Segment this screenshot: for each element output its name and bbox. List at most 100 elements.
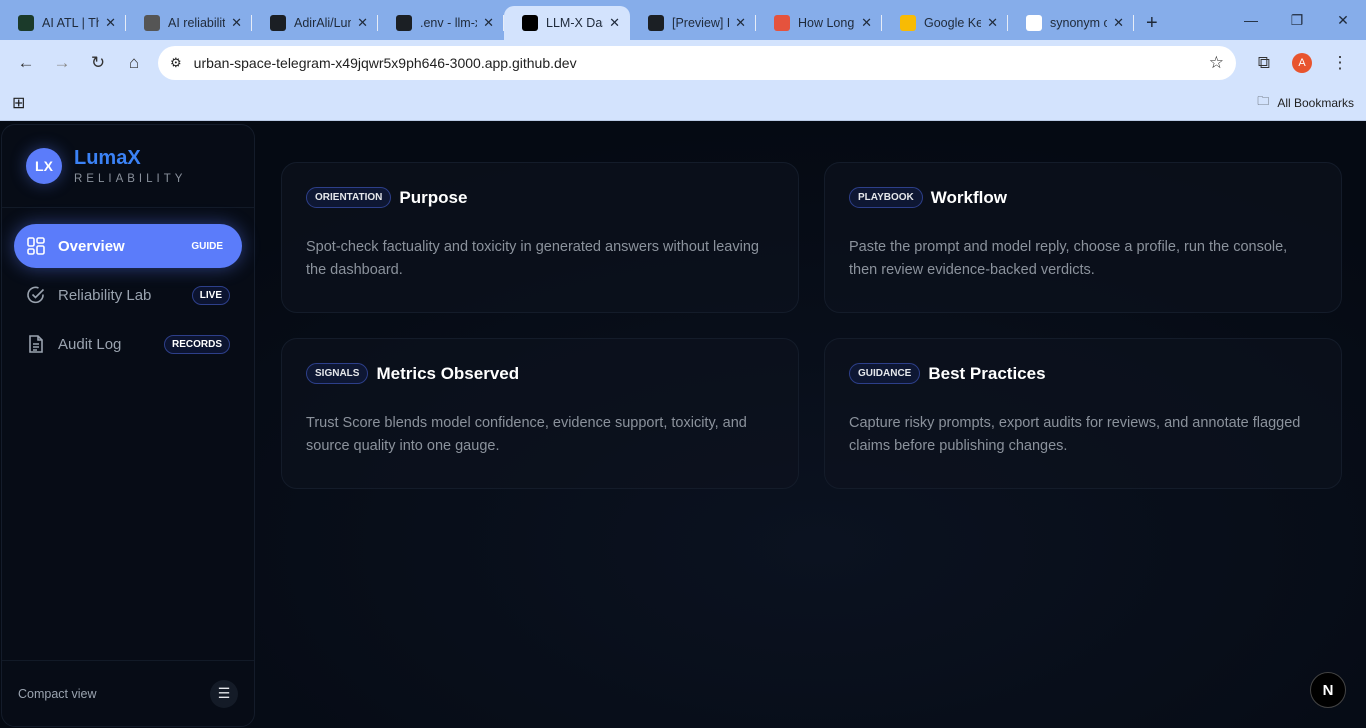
profile-avatar[interactable]: A	[1292, 52, 1312, 73]
menu-icon[interactable]: ⋮	[1322, 45, 1358, 81]
card-body: Paste the prompt and model reply, choose…	[849, 239, 1288, 278]
logo-badge: LX	[26, 148, 62, 184]
card-body: Trust Score blends model confidence, evi…	[306, 415, 747, 454]
document-icon	[29, 335, 43, 353]
compact-view-label: Compact view	[18, 686, 97, 701]
browser-tab[interactable]: [Preview] README ✕	[630, 6, 756, 40]
sidebar-item-badge: RECORDS	[163, 334, 230, 354]
folder-icon: 🗀	[1257, 94, 1270, 108]
home-button[interactable]: ⌂	[116, 45, 152, 81]
card-tag: PLAYBOOK	[849, 187, 923, 208]
close-tab-icon[interactable]: ✕	[483, 15, 494, 31]
close-tab-icon[interactable]: ✕	[231, 15, 242, 31]
tab-title: [Preview] README	[672, 16, 729, 30]
overview-cards: ORIENTATION Purpose Spot-check factuality …	[281, 162, 1342, 489]
tab-title: AdirAli/LumaX	[294, 16, 351, 30]
info-card: ORIENTATION Purpose Spot-check factuality …	[281, 162, 799, 313]
brand-name: LumaX	[74, 147, 141, 169]
card-header: PLAYBOOK Workflow	[849, 187, 1317, 208]
brand: LX LumaX RELIABILITY	[2, 125, 254, 208]
info-card: SIGNALS Metrics Observed Trust Score blend…	[281, 338, 799, 489]
close-tab-icon[interactable]: ✕	[987, 15, 998, 31]
sidebar-item-overview[interactable]: Overview GUIDE	[14, 224, 242, 268]
sidebar-footer: Compact view ☰	[2, 660, 254, 726]
v0-icon	[522, 15, 538, 31]
tab-title: How Long	[798, 16, 855, 30]
restore-icon[interactable]: ❐	[1274, 0, 1320, 40]
forward-button[interactable]: →	[44, 45, 80, 81]
browser-tab[interactable]: Google Keep ✕	[882, 6, 1008, 40]
close-tab-icon[interactable]: ✕	[735, 15, 746, 31]
bookmark-star-icon[interactable]: ☆	[1209, 53, 1224, 73]
browser-tab[interactable]: .env - llm-x ✕	[378, 6, 504, 40]
browser-toolbar: ← → ↻ ⌂ ⚙ urban-space-telegram-x49jqwr5x…	[0, 40, 1366, 85]
check-circle-icon	[27, 286, 45, 304]
card-body: Spot-check factuality and toxicity in ge…	[306, 239, 759, 278]
close-tab-icon[interactable]: ✕	[105, 15, 116, 31]
browser-tab[interactable]: How Long ✕	[756, 6, 882, 40]
sidebar-item-label: Audit Log	[58, 335, 122, 353]
sidebar-item-audit-log[interactable]: Audit Log RECORDS	[14, 322, 242, 366]
app-main: LX LumaX RELIABILITY Overview GUIDE Reli…	[0, 121, 1366, 728]
card-title: Best Practices	[928, 363, 1046, 383]
apps-grid-icon[interactable]: ⊞	[12, 93, 25, 113]
info-card: GUIDANCE Best Practices Capture risky prom…	[824, 338, 1342, 489]
tab-title: AI reliability	[168, 16, 226, 30]
sidebar-item-badge: GUIDE	[191, 240, 223, 252]
tab-title: synonym of	[1050, 16, 1108, 30]
card-header: ORIENTATION Purpose	[306, 187, 774, 208]
all-bookmarks-label: All Bookmarks	[1277, 95, 1354, 110]
close-window-icon[interactable]: ✕	[1320, 0, 1366, 40]
sidebar-item-reliability-lab[interactable]: Reliability Lab LIVE	[14, 273, 242, 317]
sidebar-item-badge: LIVE	[191, 285, 230, 305]
tab-title: .env - llm-x	[420, 16, 478, 30]
site-settings-icon[interactable]: ⚙	[170, 55, 182, 71]
card-tag: ORIENTATION	[306, 187, 392, 208]
card-tag: GUIDANCE	[849, 363, 921, 384]
address-bar[interactable]: ⚙ urban-space-telegram-x49jqwr5x9ph646-3…	[158, 45, 1236, 80]
card-header: SIGNALS Metrics Observed	[306, 363, 774, 384]
sidebar: LX LumaX RELIABILITY Overview GUIDE Reli…	[1, 124, 255, 727]
close-tab-icon[interactable]: ✕	[861, 15, 872, 31]
card-tag: SIGNALS	[306, 363, 369, 384]
github-icon	[648, 15, 664, 31]
browser-tab[interactable]: LLM-X Dashboard ✕	[504, 6, 630, 40]
calculator-icon	[774, 15, 790, 31]
all-bookmarks-button[interactable]: 🗀 All Bookmarks	[1257, 92, 1354, 113]
card-header: GUIDANCE Best Practices	[849, 363, 1317, 384]
reload-button[interactable]: ↻	[80, 45, 116, 81]
url-text: urban-space-telegram-x49jqwr5x9ph646-300…	[193, 54, 577, 71]
openai-icon	[144, 15, 160, 31]
sidebar-item-label: Reliability Lab	[58, 286, 152, 304]
minimize-icon[interactable]: —	[1228, 0, 1274, 40]
bookmarks-bar: ⊞ 🗀 All Bookmarks	[0, 85, 1366, 121]
tab-strip: AI ATL | The✕AI reliability✕AdirAli/Luma…	[0, 0, 1366, 40]
aiatl-icon	[18, 15, 34, 31]
sidebar-nav: Overview GUIDE Reliability Lab LIVE Audi…	[2, 208, 254, 387]
nextjs-dev-badge[interactable]: N	[1310, 672, 1346, 708]
card-body: Capture risky prompts, export audits for…	[849, 415, 1301, 454]
browser-tab[interactable]: AdirAli/LumaX ✕	[252, 6, 378, 40]
tab-title: LLM-X Dashboard	[546, 16, 603, 30]
brand-subtitle: RELIABILITY	[74, 173, 187, 185]
browser-tab[interactable]: AI reliability ✕	[126, 6, 252, 40]
compact-view-toggle[interactable]: ☰	[210, 679, 238, 708]
github-icon	[396, 15, 412, 31]
github-icon	[270, 15, 286, 31]
card-title: Purpose	[399, 187, 468, 207]
browser-tab[interactable]: synonym of ✕	[1008, 6, 1134, 40]
new-tab-button[interactable]: +	[1134, 6, 1170, 40]
back-button[interactable]: ←	[8, 45, 44, 81]
keep-icon	[900, 15, 916, 31]
search-tabs-icon[interactable]: ⧉	[1246, 45, 1282, 81]
google-icon	[1026, 15, 1042, 31]
close-tab-icon[interactable]: ✕	[1113, 15, 1124, 31]
browser-tab[interactable]: AI ATL | The ✕	[0, 6, 126, 40]
close-tab-icon[interactable]: ✕	[357, 15, 368, 31]
tab-title: AI ATL | The	[42, 16, 99, 30]
window-controls: — ❐ ✕	[1228, 0, 1366, 40]
card-title: Metrics Observed	[376, 363, 520, 383]
tab-title: Google Keep	[924, 16, 982, 30]
sidebar-item-label: Overview	[58, 237, 125, 255]
close-tab-icon[interactable]: ✕	[609, 15, 620, 31]
